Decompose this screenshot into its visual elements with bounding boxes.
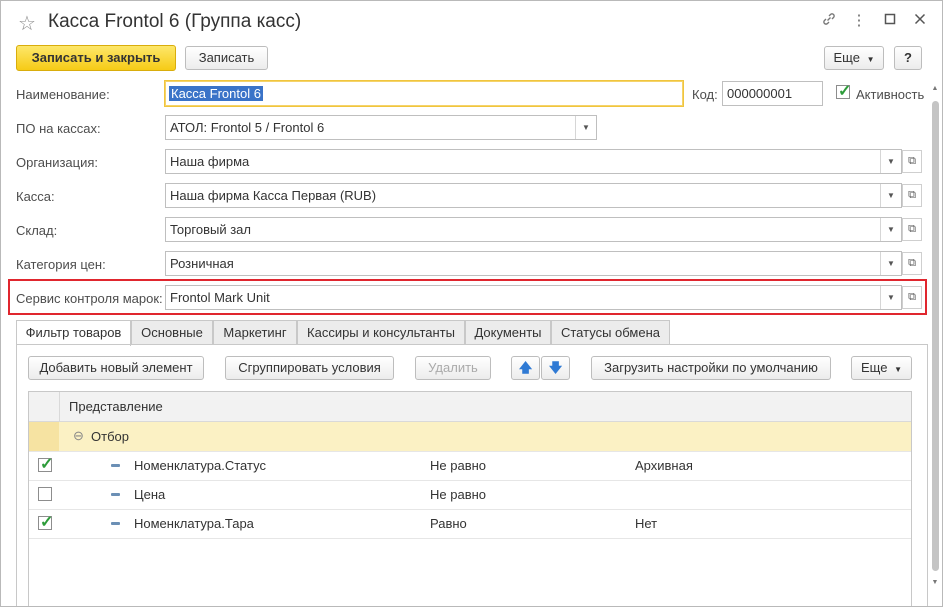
tab-marketing[interactable]: Маркетинг (213, 320, 297, 344)
filter-grid: Представление ⊖ Отбор ✓ Номенклатура.Ста… (28, 391, 912, 606)
warehouse-label: Склад: (16, 223, 58, 238)
active-label: Активность (856, 87, 925, 102)
grid-header-check-column (29, 392, 60, 421)
table-row[interactable]: ✓ Номенклатура.Статус Не равно Архивная (29, 451, 911, 481)
close-icon[interactable] (910, 11, 930, 31)
more-vertical-icon[interactable]: ⋮ (849, 11, 869, 31)
table-row[interactable]: Цена Не равно (29, 480, 911, 510)
maximize-icon[interactable] (880, 11, 900, 31)
price-category-field[interactable]: Розничная ▼ (165, 251, 902, 276)
mark-service-value: Frontol Mark Unit (170, 290, 270, 305)
row-condition: Не равно (430, 458, 487, 473)
open-cash-icon[interactable]: ⧉ (902, 184, 922, 207)
move-down-button[interactable]: 🡇 (541, 356, 570, 380)
tab-product-filter[interactable]: Фильтр товаров (16, 320, 131, 346)
open-price-category-icon[interactable]: ⧉ (902, 252, 922, 275)
tab-main[interactable]: Основные (131, 320, 213, 344)
save-and-close-button[interactable]: Записать и закрыть (16, 45, 176, 71)
delete-button[interactable]: Удалить (415, 356, 491, 380)
form-window: ☆ Касса Frontol 6 (Группа касс) ⋮ Записа… (0, 0, 943, 607)
filter-more-label: Еще (861, 360, 888, 375)
grid-header: Представление (29, 392, 911, 422)
window-title: Касса Frontol 6 (Группа касс) (48, 11, 302, 32)
move-up-button[interactable]: 🡅 (511, 356, 540, 380)
grid-header-title: Представление (69, 399, 163, 414)
condition-icon (111, 493, 120, 496)
chevron-down-icon[interactable]: ▼ (880, 218, 901, 241)
mark-service-label: Сервис контроля марок: (16, 291, 163, 306)
cash-value: Наша фирма Касса Первая (RUB) (170, 188, 377, 203)
arrow-down-icon: 🡇 (548, 360, 563, 375)
tab-cashiers[interactable]: Кассиры и консультанты (297, 320, 465, 344)
row-value: Нет (635, 516, 658, 531)
checkmark-icon: ✓ (40, 456, 54, 473)
scroll-up-icon[interactable]: ▲ (930, 85, 940, 95)
cash-label: Касса: (16, 189, 55, 204)
warehouse-field[interactable]: Торговый зал ▼ (165, 217, 902, 242)
table-row[interactable]: ✓ Номенклатура.Тара Равно Нет (29, 509, 911, 539)
name-label: Наименование: (16, 87, 110, 102)
row-condition: Равно (430, 516, 467, 531)
name-field[interactable]: Касса Frontol 6 (164, 80, 684, 107)
chevron-down-icon[interactable]: ▼ (575, 116, 596, 139)
row-checkbox[interactable]: ✓ (38, 456, 53, 473)
organization-label: Организация: (16, 155, 99, 170)
help-button[interactable]: ? (894, 46, 922, 70)
warehouse-value: Торговый зал (170, 222, 251, 237)
organization-field[interactable]: Наша фирма ▼ (165, 149, 902, 174)
save-button[interactable]: Записать (185, 46, 268, 70)
open-organization-icon[interactable]: ⧉ (902, 150, 922, 173)
checkmark-icon: ✓ (838, 83, 852, 100)
condition-icon (111, 522, 120, 525)
filter-more-button[interactable]: Еще ▼ (851, 356, 912, 380)
add-element-button[interactable]: Добавить новый элемент (28, 356, 204, 380)
chevron-down-icon: ▼ (894, 365, 902, 374)
organization-value: Наша фирма (170, 154, 250, 169)
more-label: Еще (833, 50, 860, 65)
name-value: Касса Frontol 6 (169, 86, 263, 101)
link-icon[interactable] (819, 11, 839, 31)
row-checkbox[interactable] (38, 487, 52, 501)
group-row[interactable]: ⊖ Отбор (29, 422, 911, 452)
software-select[interactable]: АТОЛ: Frontol 5 / Frontol 6 ▼ (165, 115, 597, 140)
cash-field[interactable]: Наша фирма Касса Первая (RUB) ▼ (165, 183, 902, 208)
row-condition: Не равно (430, 487, 487, 502)
scrollbar-thumb[interactable] (932, 101, 939, 571)
open-warehouse-icon[interactable]: ⧉ (902, 218, 922, 241)
software-value: АТОЛ: Frontol 5 / Frontol 6 (170, 120, 325, 135)
row-field: Номенклатура.Статус (134, 458, 266, 473)
chevron-down-icon[interactable]: ▼ (880, 184, 901, 207)
checkmark-icon: ✓ (40, 514, 54, 531)
tab-documents[interactable]: Документы (465, 320, 551, 344)
star-icon[interactable]: ☆ (18, 11, 36, 36)
open-mark-service-icon[interactable]: ⧉ (902, 286, 922, 309)
price-category-label: Категория цен: (16, 257, 106, 272)
row-value: Архивная (635, 458, 693, 473)
group-row-marker (29, 422, 59, 451)
chevron-down-icon[interactable]: ▼ (880, 150, 901, 173)
code-label: Код: (692, 87, 718, 102)
more-button[interactable]: Еще ▼ (824, 46, 884, 70)
software-label: ПО на кассах: (16, 121, 101, 136)
group-conditions-button[interactable]: Сгруппировать условия (225, 356, 394, 380)
price-category-value: Розничная (170, 256, 234, 271)
scroll-down-icon[interactable]: ▼ (930, 579, 940, 589)
load-defaults-button[interactable]: Загрузить настройки по умолчанию (591, 356, 831, 380)
group-row-label: Отбор (91, 429, 129, 444)
condition-icon (111, 464, 120, 467)
row-field: Цена (134, 487, 166, 502)
tab-exchange-statuses[interactable]: Статусы обмена (551, 320, 670, 344)
row-field: Номенклатура.Тара (134, 516, 254, 531)
collapse-icon[interactable]: ⊖ (73, 428, 84, 444)
chevron-down-icon[interactable]: ▼ (880, 286, 901, 309)
row-checkbox[interactable]: ✓ (38, 514, 53, 531)
active-checkbox[interactable]: ✓ (836, 83, 851, 100)
code-field[interactable]: 000000001 (722, 81, 823, 106)
chevron-down-icon[interactable]: ▼ (880, 252, 901, 275)
chevron-down-icon: ▼ (866, 55, 875, 64)
arrow-up-icon: 🡅 (518, 360, 533, 375)
mark-service-field[interactable]: Frontol Mark Unit ▼ (165, 285, 902, 310)
